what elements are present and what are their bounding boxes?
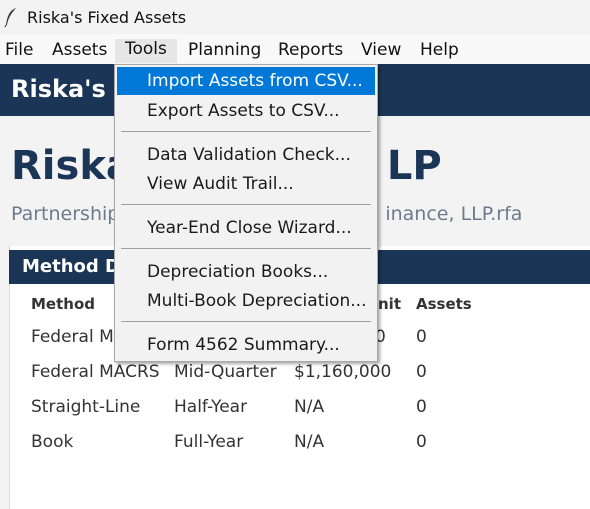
menu-item-export-csv[interactable]: Export Assets to CSV... bbox=[117, 97, 375, 125]
menu-bar: File Assets Tools Planning Reports View … bbox=[0, 34, 590, 64]
row4-convention: Full-Year bbox=[174, 432, 244, 452]
column-header-method: Method bbox=[31, 295, 95, 313]
row2-convention: Mid-Quarter bbox=[174, 362, 277, 382]
menu-reports[interactable]: Reports bbox=[278, 40, 343, 60]
row2-limit: $1,160,000 bbox=[294, 362, 392, 382]
menu-separator bbox=[121, 131, 371, 132]
card-header-title: Method D bbox=[22, 256, 120, 277]
row3-assets: 0 bbox=[416, 397, 427, 417]
row2-method: Federal MACRS bbox=[31, 362, 160, 382]
app-header-title: Riska's F bbox=[11, 75, 131, 103]
window-title: Riska's Fixed Assets bbox=[27, 8, 187, 27]
menu-planning[interactable]: Planning bbox=[188, 40, 261, 60]
menu-item-depreciation-books[interactable]: Depreciation Books... bbox=[117, 258, 375, 286]
menu-item-data-validation[interactable]: Data Validation Check... bbox=[117, 141, 375, 169]
window-titlebar: Riska's Fixed Assets bbox=[0, 0, 590, 34]
menu-separator bbox=[121, 321, 371, 322]
menu-item-audit-trail[interactable]: View Audit Trail... bbox=[117, 170, 375, 198]
menu-assets[interactable]: Assets bbox=[52, 40, 107, 60]
column-header-assets: Assets bbox=[416, 295, 472, 313]
tools-dropdown-menu: Import Assets from CSV... Export Assets … bbox=[114, 64, 378, 362]
row3-limit: N/A bbox=[294, 397, 325, 417]
row1-method: Federal MA bbox=[31, 327, 126, 347]
menu-separator bbox=[121, 248, 371, 249]
menu-separator bbox=[121, 204, 371, 205]
menu-item-import-csv[interactable]: Import Assets from CSV... bbox=[117, 67, 375, 95]
row3-method: Straight-Line bbox=[31, 397, 141, 417]
menu-item-multi-book[interactable]: Multi-Book Depreciation... bbox=[117, 287, 375, 315]
menu-item-year-end-close[interactable]: Year-End Close Wizard... bbox=[117, 214, 375, 242]
menu-help[interactable]: Help bbox=[420, 40, 459, 60]
menu-tools[interactable]: Tools bbox=[115, 39, 177, 63]
column-header-limit: nit bbox=[378, 295, 401, 313]
row1-assets: 0 bbox=[416, 327, 427, 347]
row4-assets: 0 bbox=[416, 432, 427, 452]
menu-view[interactable]: View bbox=[361, 40, 401, 60]
menu-item-form-4562[interactable]: Form 4562 Summary... bbox=[117, 331, 375, 359]
menu-file[interactable]: File bbox=[5, 40, 33, 60]
row4-method: Book bbox=[31, 432, 74, 452]
feather-icon bbox=[4, 8, 16, 27]
row2-assets: 0 bbox=[416, 362, 427, 382]
row3-convention: Half-Year bbox=[174, 397, 248, 417]
row4-limit: N/A bbox=[294, 432, 325, 452]
